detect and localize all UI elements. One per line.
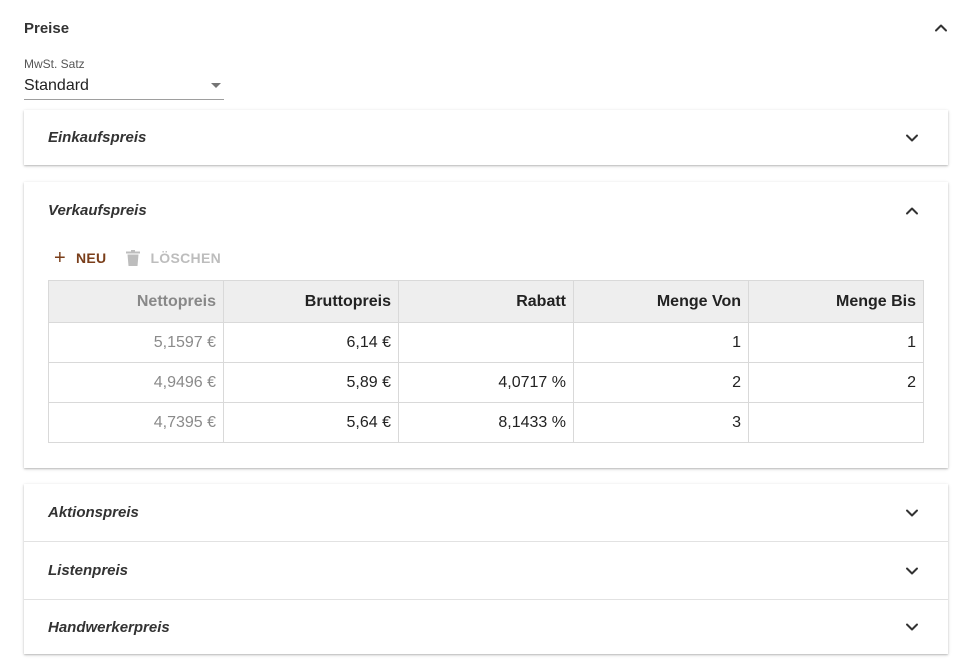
cell-bruttopreis[interactable]: 5,64 € <box>223 402 399 443</box>
cell-nettopreis[interactable]: 4,9496 € <box>48 362 224 403</box>
panel-header-handwerkerpreis[interactable]: Handwerkerpreis <box>24 600 948 654</box>
column-header-nettopreis[interactable]: Nettopreis <box>48 280 224 323</box>
chevron-up-icon[interactable] <box>905 204 919 218</box>
table-row[interactable]: 4,9496 € 5,89 € 4,0717 % 2 2 <box>48 362 924 403</box>
panel-header-verkaufspreis[interactable]: Verkaufspreis <box>24 182 948 239</box>
column-header-bruttopreis[interactable]: Bruttopreis <box>223 280 399 323</box>
vat-select-label: MwSt. Satz <box>24 57 85 71</box>
vat-select-field[interactable]: Standard <box>24 76 224 100</box>
panel-title-handwerkerpreis: Handwerkerpreis <box>48 618 170 636</box>
panel-verkaufspreis: Verkaufspreis + NEU LÖSCHEN Nettopreis B… <box>24 182 948 468</box>
chevron-down-icon[interactable] <box>905 131 919 145</box>
cell-bruttopreis[interactable]: 5,89 € <box>223 362 399 403</box>
panel-header-einkaufspreis[interactable]: Einkaufspreis <box>24 110 948 165</box>
cell-menge-bis[interactable] <box>748 402 924 443</box>
section-header-preise[interactable]: Preise <box>24 12 948 44</box>
panel-einkaufspreis: Einkaufspreis <box>24 110 948 165</box>
chevron-down-icon[interactable] <box>905 506 919 520</box>
panel-header-aktionspreis[interactable]: Aktionspreis <box>24 484 948 541</box>
vat-select-value: Standard <box>24 76 89 94</box>
collapsed-panel-group: Aktionspreis Listenpreis Handwerkerpreis <box>24 484 948 654</box>
add-price-label: NEU <box>75 250 107 266</box>
cell-rabatt[interactable]: 4,0717 % <box>398 362 574 403</box>
trash-icon <box>126 250 141 266</box>
delete-price-label: LÖSCHEN <box>150 250 222 266</box>
caret-down-icon <box>211 83 221 88</box>
panel-title-listenpreis: Listenpreis <box>48 562 129 579</box>
section-title: Preise <box>24 19 70 37</box>
cell-bruttopreis[interactable]: 6,14 € <box>223 322 399 363</box>
cell-menge-von[interactable]: 3 <box>573 402 749 443</box>
column-header-menge-bis[interactable]: Menge Bis <box>748 280 924 323</box>
cell-rabatt[interactable]: 8,1433 % <box>398 402 574 443</box>
cell-menge-bis[interactable]: 2 <box>748 362 924 403</box>
column-header-menge-von[interactable]: Menge Von <box>573 280 749 323</box>
panel-title-verkaufspreis: Verkaufspreis <box>48 202 147 219</box>
table-row[interactable]: 5,1597 € 6,14 € 1 1 <box>48 322 924 363</box>
cell-menge-von[interactable]: 2 <box>573 362 749 403</box>
panel-title-einkaufspreis: Einkaufspreis <box>48 129 147 146</box>
table-header-row: Nettopreis Bruttopreis Rabatt Menge Von … <box>48 280 924 323</box>
plus-icon: + <box>54 247 66 269</box>
chevron-down-icon[interactable] <box>905 564 919 578</box>
sales-price-table: Nettopreis Bruttopreis Rabatt Menge Von … <box>48 280 924 443</box>
vat-select[interactable]: MwSt. Satz Standard <box>24 57 224 100</box>
cell-nettopreis[interactable]: 4,7395 € <box>48 402 224 443</box>
table-row[interactable]: 4,7395 € 5,64 € 8,1433 % 3 <box>48 402 924 443</box>
column-header-rabatt[interactable]: Rabatt <box>398 280 574 323</box>
cell-menge-bis[interactable]: 1 <box>748 322 924 363</box>
cell-nettopreis[interactable]: 5,1597 € <box>48 322 224 363</box>
cell-rabatt[interactable] <box>398 322 574 363</box>
panel-title-aktionspreis: Aktionspreis <box>48 504 139 521</box>
chevron-down-icon[interactable] <box>905 620 919 634</box>
chevron-up-icon[interactable] <box>934 21 948 35</box>
add-price-button[interactable]: + NEU <box>52 246 108 270</box>
delete-price-button[interactable]: LÖSCHEN <box>124 248 223 268</box>
price-toolbar: + NEU LÖSCHEN <box>52 246 223 270</box>
panel-header-listenpreis[interactable]: Listenpreis <box>24 542 948 599</box>
cell-menge-von[interactable]: 1 <box>573 322 749 363</box>
